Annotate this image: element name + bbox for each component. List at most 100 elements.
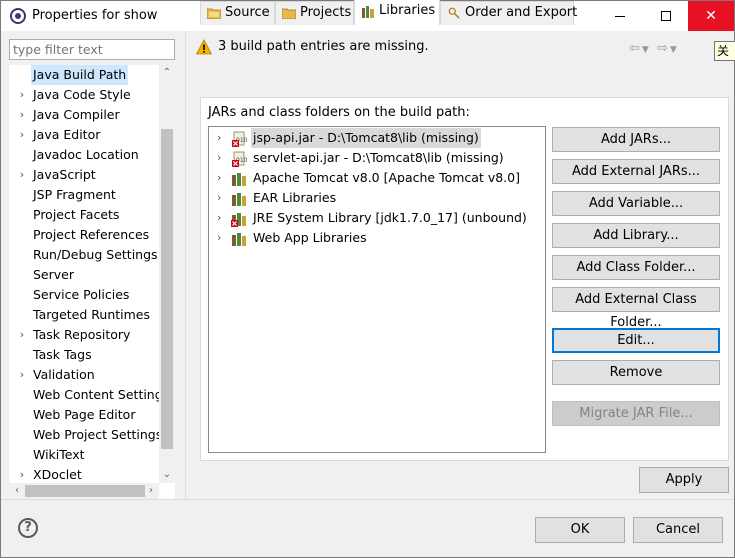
remove-button[interactable]: Remove <box>552 360 720 385</box>
sidebar-item-label: Run/Debug Settings <box>33 247 158 262</box>
jars-heading: JARs and class folders on the build path… <box>208 105 470 120</box>
sidebar-item-label: Javadoc Location <box>33 147 139 162</box>
chevron-right-icon[interactable]: › <box>217 128 227 148</box>
tab-source[interactable]: Source <box>200 1 275 25</box>
sidebar-item-label: Java Compiler <box>33 107 120 122</box>
library-entry[interactable]: › EAR Libraries <box>209 188 539 208</box>
chevron-right-icon[interactable]: › <box>17 165 27 185</box>
pane-divider[interactable] <box>185 31 186 499</box>
sidebar-item[interactable]: › Java Compiler <box>9 105 159 125</box>
tree-horizontal-scrollbar[interactable]: ‹ › <box>9 483 159 499</box>
scroll-right-icon[interactable]: › <box>143 483 159 499</box>
sidebar-item-label: Task Repository <box>33 327 131 342</box>
forward-menu-chevron-down-icon[interactable]: ▼ <box>670 45 679 55</box>
chevron-right-icon[interactable]: › <box>217 188 227 208</box>
sidebar-item-label: Service Policies <box>33 287 130 302</box>
tab-order-and-export[interactable]: Order and Export <box>440 1 577 25</box>
close-tooltip: 关闭 <box>714 41 735 61</box>
library-entry[interactable]: › Web App Libraries <box>209 228 539 248</box>
sidebar-item[interactable]: Service Policies <box>9 285 159 305</box>
tab-projects[interactable]: Projects <box>275 1 354 25</box>
scrollbar-thumb[interactable] <box>25 485 145 497</box>
tree-vertical-scrollbar[interactable]: ⌃ ⌄ <box>159 65 175 483</box>
library-entry-label: servlet-api.jar - D:\Tomcat8\lib (missin… <box>253 150 504 165</box>
close-icon: ✕ <box>705 8 717 24</box>
chevron-right-icon[interactable]: › <box>17 125 27 145</box>
library-icon <box>231 171 247 187</box>
help-icon[interactable]: ? <box>18 518 38 538</box>
sidebar-item[interactable]: Java Build Path <box>9 65 159 85</box>
sidebar-item-label: Validation <box>33 367 95 382</box>
add-library-button[interactable]: Add Library... <box>552 223 720 248</box>
add-class-folder-button[interactable]: Add Class Folder... <box>552 255 720 280</box>
chevron-right-icon[interactable]: › <box>217 148 227 168</box>
scroll-left-icon[interactable]: ‹ <box>9 483 25 499</box>
sidebar-item[interactable]: Javadoc Location <box>9 145 159 165</box>
sidebar-item[interactable]: › Validation <box>9 365 159 385</box>
chevron-right-icon[interactable]: › <box>217 168 227 188</box>
sidebar-item-label: Project References <box>33 227 150 242</box>
warning-icon <box>196 39 212 55</box>
forward-arrow-icon[interactable]: ⇨ <box>657 41 670 56</box>
sidebar-item-label: Targeted Runtimes <box>33 307 150 322</box>
sidebar-item[interactable]: Project References <box>9 225 159 245</box>
scroll-up-icon[interactable]: ⌃ <box>159 65 175 81</box>
sidebar-item[interactable]: Web Project Settings <box>9 425 163 445</box>
filter-input[interactable] <box>9 39 175 60</box>
sidebar-item-label: WikiText <box>33 447 85 462</box>
chevron-right-icon[interactable]: › <box>217 208 227 228</box>
cancel-button[interactable]: Cancel <box>633 517 723 543</box>
chevron-right-icon[interactable]: › <box>17 105 27 125</box>
scroll-down-icon[interactable]: ⌄ <box>159 467 175 483</box>
back-menu-chevron-down-icon[interactable]: ▼ <box>642 45 651 55</box>
back-arrow-icon[interactable]: ⇦ <box>629 41 642 56</box>
add-variable-button[interactable]: Add Variable... <box>552 191 720 216</box>
sidebar-item[interactable]: JSP Fragment <box>9 185 159 205</box>
tab-libraries[interactable]: Libraries <box>354 0 440 25</box>
minimize-button[interactable] <box>597 1 643 31</box>
sidebar-item[interactable]: › Java Code Style <box>9 85 159 105</box>
chevron-right-icon[interactable]: › <box>217 228 227 248</box>
add-external-jars-button[interactable]: Add External JARs... <box>552 159 720 184</box>
library-entry-label: EAR Libraries <box>253 190 337 205</box>
add-jars-button[interactable]: Add JARs... <box>552 127 720 152</box>
chevron-right-icon[interactable]: › <box>17 365 27 385</box>
sidebar-item-label: Project Facets <box>33 207 120 222</box>
sidebar-item-label: JavaScript <box>33 167 96 182</box>
history-navigation: ⇦▼ ⇨▼ <box>629 41 679 56</box>
ok-button[interactable]: OK <box>535 517 625 543</box>
sidebar-item[interactable]: Project Facets <box>9 205 159 225</box>
sidebar-item[interactable]: Targeted Runtimes <box>9 305 159 325</box>
sidebar-item[interactable]: Web Page Editor <box>9 405 159 425</box>
migrate-jar-button: Migrate JAR File... <box>552 401 720 426</box>
sidebar-item[interactable]: › XDoclet <box>9 465 159 485</box>
sidebar-item[interactable]: WikiText <box>9 445 159 465</box>
add-external-class-folder-button[interactable]: Add External Class Folder... <box>552 287 720 330</box>
edit-button[interactable]: Edit... <box>552 328 720 353</box>
scrollbar-thumb[interactable] <box>161 129 173 449</box>
maximize-button[interactable] <box>643 1 689 31</box>
jre-library-error-icon <box>231 211 247 227</box>
sidebar-item[interactable]: › JavaScript <box>9 165 159 185</box>
sidebar-item-label: Java Editor <box>33 127 101 142</box>
chevron-right-icon[interactable]: › <box>17 465 27 485</box>
sidebar-item[interactable]: Run/Debug Settings <box>9 245 159 265</box>
apply-button[interactable]: Apply <box>639 467 729 493</box>
project-folder-icon <box>282 8 296 19</box>
library-entry[interactable]: › JRE System Library [jdk1.7.0_17] (unbou… <box>209 208 539 228</box>
library-entry[interactable]: › 010 jsp-api.jar - D:\Tomcat8\lib (missin… <box>209 128 539 148</box>
sidebar-item-label: Web Project Settings <box>33 427 163 442</box>
sidebar-item[interactable]: › Task Repository <box>9 325 159 345</box>
sidebar-item-label: Server <box>33 267 74 282</box>
sidebar-item[interactable]: Web Content Settings <box>9 385 169 405</box>
chevron-right-icon[interactable]: › <box>17 325 27 345</box>
sidebar-item[interactable]: › Java Editor <box>9 125 159 145</box>
chevron-right-icon[interactable]: › <box>17 85 27 105</box>
library-entry-label: Web App Libraries <box>253 230 367 245</box>
library-entry[interactable]: › 010 servlet-api.jar - D:\Tomcat8\lib (mi… <box>209 148 539 168</box>
sidebar-item[interactable]: Task Tags <box>9 345 159 365</box>
close-button[interactable]: ✕ <box>688 1 734 31</box>
sidebar-item[interactable]: Server <box>9 265 159 285</box>
status-message: 3 build path entries are missing. <box>218 39 429 54</box>
library-entry[interactable]: › Apache Tomcat v8.0 [Apache Tomcat v8.0] <box>209 168 539 188</box>
